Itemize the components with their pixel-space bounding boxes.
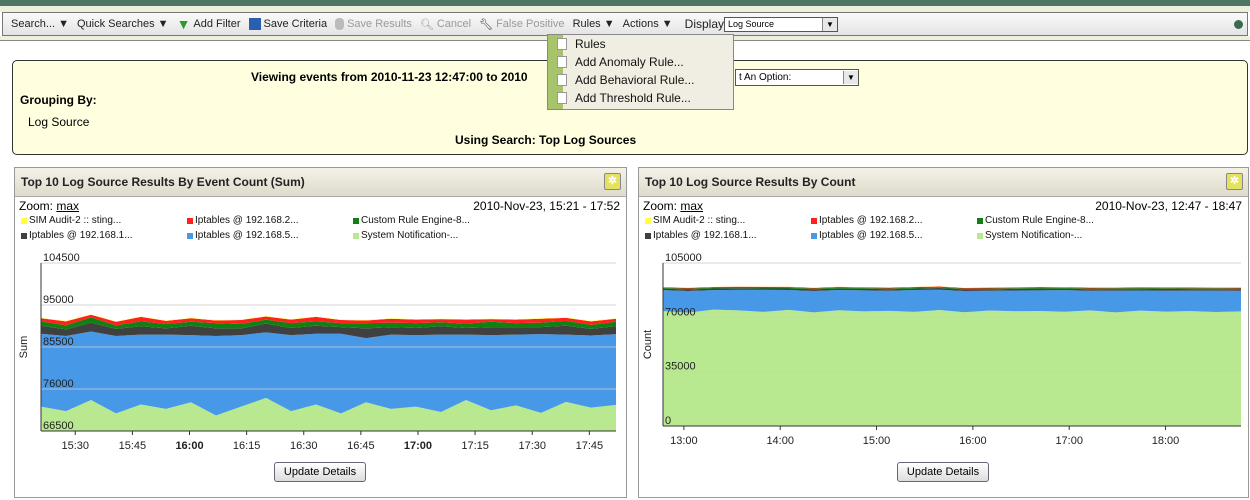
cancel-button[interactable]: 🔍︎ Cancel	[420, 18, 471, 31]
save-icon	[248, 18, 261, 30]
chart-panel-event-count: Top 10 Log Source Results By Event Count…	[14, 167, 627, 498]
filter-icon: ▼	[176, 16, 191, 32]
x-tick-label: 18:00	[1152, 435, 1180, 447]
x-tick-label: 15:30	[62, 440, 90, 452]
document-icon	[557, 56, 567, 68]
y-tick-label: 105000	[665, 252, 702, 264]
grouping-value: Log Source	[28, 115, 90, 129]
using-search: Using Search: Top Log Sources	[455, 133, 637, 147]
y-tick-label: 0	[665, 415, 671, 427]
search-menu[interactable]: Search... ▼	[11, 18, 69, 30]
menu-item-add-threshold-rule[interactable]: Add Threshold Rule...	[548, 89, 733, 107]
x-tick-label: 14:00	[766, 435, 794, 447]
chevron-down-icon: ▼	[843, 71, 858, 84]
wrench-icon: 🔧︎	[479, 18, 494, 31]
x-tick-label: 17:15	[461, 440, 489, 452]
y-axis-label: Sum	[18, 336, 30, 359]
x-tick-label: 15:00	[863, 435, 891, 447]
y-tick-label: 70000	[665, 306, 696, 318]
y-tick-label: 66500	[43, 420, 74, 432]
toolbar: Search... ▼ Quick Searches ▼ ▼ Add Filter…	[2, 12, 1248, 36]
stacked-area-chart: 105000 70000 35000 0 13:00 14:00 15:00 16:00 17:…	[642, 252, 1241, 447]
rules-menu[interactable]: Rules ▼	[573, 18, 615, 30]
x-tick-label: 16:15	[233, 440, 261, 452]
chevron-down-icon: ▼	[822, 17, 838, 31]
y-tick-label: 76000	[43, 378, 74, 390]
x-tick-label: 16:30	[290, 440, 318, 452]
series-area-0	[663, 309, 1241, 426]
x-tick-label: 17:30	[518, 440, 546, 452]
display-label: Display	[684, 17, 725, 31]
magnifier-icon: 🔍︎	[419, 18, 434, 31]
viewing-range: Viewing events from 2010-11-23 12:47:00 …	[251, 70, 528, 84]
quick-searches-menu[interactable]: Quick Searches ▼	[77, 18, 169, 30]
x-tick-label: 17:00	[1055, 435, 1083, 447]
x-tick-label: 13:00	[670, 435, 698, 447]
y-tick-label: 35000	[665, 361, 696, 373]
add-filter-label: Add Filter	[193, 18, 241, 30]
add-filter-button[interactable]: ▼ Add Filter	[177, 16, 241, 32]
menu-item-add-anomaly-rule[interactable]: Add Anomaly Rule...	[548, 53, 733, 71]
option-select-value: t An Option:	[739, 72, 792, 83]
save-results-label: Save Results	[347, 18, 412, 30]
display-select[interactable]: Log Source ▼	[724, 16, 839, 32]
x-tick-label: 17:00	[404, 440, 432, 452]
series-area-1	[663, 289, 1241, 313]
menu-item-add-behavioral-rule[interactable]: Add Behavioral Rule...	[548, 71, 733, 89]
save-results-button[interactable]: Save Results	[335, 18, 412, 30]
actions-menu[interactable]: Actions ▼	[623, 18, 673, 30]
x-tick-label: 15:45	[119, 440, 147, 452]
y-tick-label: 85500	[43, 336, 74, 348]
false-positive-button[interactable]: 🔧︎ False Positive	[479, 18, 564, 31]
document-icon	[557, 92, 567, 104]
x-tick-label: 17:45	[576, 440, 604, 452]
option-select[interactable]: t An Option: ▼	[735, 69, 859, 86]
y-axis-label: Count	[642, 330, 654, 359]
menu-item-rules[interactable]: Rules	[548, 35, 733, 53]
false-positive-label: False Positive	[496, 18, 565, 30]
menu-label: Add Anomaly Rule...	[575, 55, 684, 69]
database-icon	[335, 18, 345, 30]
grouping-label: Grouping By:	[20, 93, 97, 107]
update-details-button[interactable]: Update Details	[274, 462, 366, 482]
x-tick-label: 16:45	[347, 440, 375, 452]
menu-label: Rules	[575, 37, 606, 51]
stacked-area-chart: 104500 95000 85500 76000 66500 15:30 15:45 16:0…	[18, 252, 616, 452]
cancel-label: Cancel	[436, 18, 472, 30]
menu-label: Add Threshold Rule...	[575, 91, 691, 105]
x-tick-label: 16:00	[959, 435, 987, 447]
y-tick-label: 104500	[43, 252, 80, 264]
save-criteria-button[interactable]: Save Criteria	[248, 18, 328, 30]
x-tick-label: 16:00	[175, 440, 203, 452]
series-area-1	[41, 331, 616, 416]
document-icon	[557, 38, 567, 50]
rules-dropdown: Rules Add Anomaly Rule... Add Behavioral…	[547, 34, 734, 110]
status-icon	[1234, 19, 1243, 29]
menu-label: Add Behavioral Rule...	[575, 73, 695, 87]
chart-panel-count: Top 10 Log Source Results By Count ✲ Zoom…	[638, 167, 1249, 498]
update-details-button[interactable]: Update Details	[897, 462, 989, 482]
y-tick-label: 95000	[43, 294, 74, 306]
save-criteria-label: Save Criteria	[263, 18, 328, 30]
display-value: Log Source	[728, 19, 775, 29]
document-icon	[557, 74, 567, 86]
